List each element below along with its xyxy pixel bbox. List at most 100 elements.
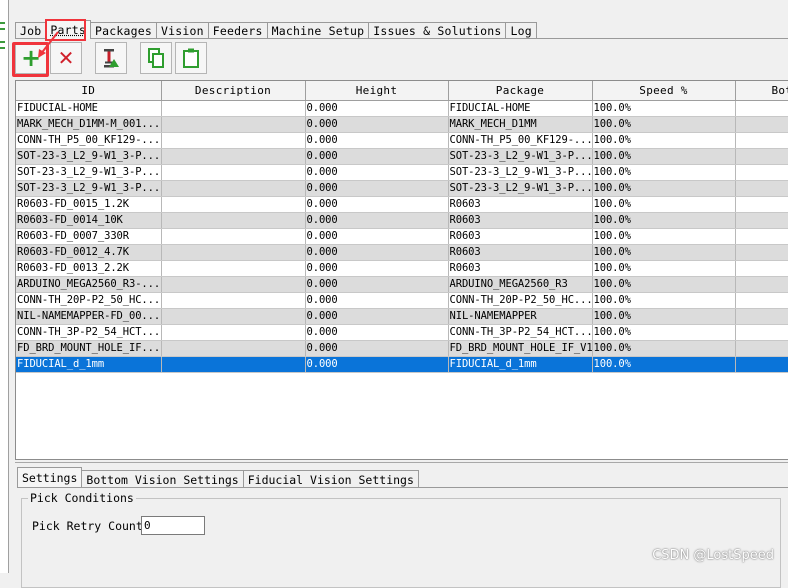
- cell-description[interactable]: [161, 340, 306, 357]
- tab-issues-solutions[interactable]: Issues & Solutions: [368, 22, 507, 39]
- cell-speed[interactable]: 100.0%: [592, 276, 736, 293]
- cell-bottom-vision[interactable]: [735, 148, 788, 165]
- cell-speed[interactable]: 100.0%: [592, 132, 736, 149]
- cell-description[interactable]: [161, 228, 306, 245]
- tab-feeders[interactable]: Feeders: [207, 22, 268, 39]
- cell-description[interactable]: [161, 196, 306, 213]
- cell-speed[interactable]: 100.0%: [592, 116, 736, 133]
- cell-bottom-vision[interactable]: [735, 324, 788, 341]
- column-header-description[interactable]: Description: [161, 81, 306, 101]
- cell-height[interactable]: 0.000: [305, 292, 449, 309]
- cell-speed[interactable]: 100.0%: [592, 324, 736, 341]
- table-row[interactable]: R0603-FD_0013_2.2K 0.000 R0603 100.0%: [16, 260, 788, 277]
- copy-button[interactable]: [140, 42, 172, 74]
- cell-bottom-vision[interactable]: [735, 212, 788, 229]
- cell-bottom-vision[interactable]: [735, 244, 788, 261]
- cell-bottom-vision[interactable]: [735, 164, 788, 181]
- cell-speed[interactable]: 100.0%: [592, 340, 736, 357]
- cell-description[interactable]: [161, 148, 306, 165]
- cell-speed[interactable]: 100.0%: [592, 180, 736, 197]
- cell-height[interactable]: 0.000: [305, 340, 449, 357]
- cell-bottom-vision[interactable]: [735, 308, 788, 325]
- table-row[interactable]: SOT-23-3_L2_9-W1_3-P... 0.000 SOT-23-3_L2_…: [16, 180, 788, 197]
- cell-speed[interactable]: 100.0%: [592, 100, 736, 117]
- cell-speed[interactable]: 100.0%: [592, 260, 736, 277]
- cell-speed[interactable]: 100.0%: [592, 356, 736, 373]
- cell-package[interactable]: R0603: [448, 260, 593, 277]
- cell-id[interactable]: SOT-23-3_L2_9-W1_3-P...: [16, 148, 162, 165]
- cell-description[interactable]: [161, 132, 306, 149]
- table-row[interactable]: FIDUCIAL-HOME 0.000 FIDUCIAL-HOME 100.0%: [16, 100, 788, 117]
- cell-description[interactable]: [161, 292, 306, 309]
- cell-description[interactable]: [161, 244, 306, 261]
- cell-id[interactable]: NIL-NAMEMAPPER-FD_00...: [16, 308, 162, 325]
- cell-description[interactable]: [161, 308, 306, 325]
- cell-package[interactable]: FIDUCIAL_d_1mm: [448, 356, 593, 373]
- cell-speed[interactable]: 100.0%: [592, 196, 736, 213]
- cell-bottom-vision[interactable]: [735, 340, 788, 357]
- cell-package[interactable]: CONN-TH_P5_00_KF129-...: [448, 132, 593, 149]
- cell-bottom-vision[interactable]: [735, 180, 788, 197]
- tab-bottom-vision-settings[interactable]: Bottom Vision Settings: [81, 470, 244, 488]
- table-row[interactable]: R0603-FD_0014_10K 0.000 R0603 100.0%: [16, 212, 788, 229]
- cell-package[interactable]: FIDUCIAL-HOME: [448, 100, 593, 117]
- cell-id[interactable]: SOT-23-3_L2_9-W1_3-P...: [16, 164, 162, 181]
- cell-description[interactable]: [161, 180, 306, 197]
- cell-id[interactable]: FD_BRD_MOUNT_HOLE_IF...: [16, 340, 162, 357]
- cell-package[interactable]: ARDUINO_MEGA2560_R3: [448, 276, 593, 293]
- table-row[interactable]: CONN-TH_P5_00_KF129-... 0.000 CONN-TH_P5_0…: [16, 132, 788, 149]
- cell-speed[interactable]: 100.0%: [592, 292, 736, 309]
- cell-id[interactable]: CONN-TH_3P-P2_54_HCT...: [16, 324, 162, 341]
- cell-height[interactable]: 0.000: [305, 324, 449, 341]
- cell-height[interactable]: 0.000: [305, 196, 449, 213]
- cell-description[interactable]: [161, 260, 306, 277]
- cell-bottom-vision[interactable]: [735, 116, 788, 133]
- table-row[interactable]: SOT-23-3_L2_9-W1_3-P... 0.000 SOT-23-3_L2_…: [16, 164, 788, 181]
- cell-description[interactable]: [161, 276, 306, 293]
- cell-package[interactable]: R0603: [448, 244, 593, 261]
- cell-package[interactable]: CONN-TH_20P-P2_50_HC...: [448, 292, 593, 309]
- cell-package[interactable]: NIL-NAMEMAPPER: [448, 308, 593, 325]
- cell-speed[interactable]: 100.0%: [592, 164, 736, 181]
- table-row[interactable]: CONN-TH_3P-P2_54_HCT... 0.000 CONN-TH_3P-P…: [16, 324, 788, 341]
- cell-height[interactable]: 0.000: [305, 164, 449, 181]
- table-row[interactable]: NIL-NAMEMAPPER-FD_00... 0.000 NIL-NAMEMAPP…: [16, 308, 788, 325]
- cell-id[interactable]: CONN-TH_P5_00_KF129-...: [16, 132, 162, 149]
- table-row[interactable]: FD_BRD_MOUNT_HOLE_IF... 0.000 FD_BRD_MOUNT…: [16, 340, 788, 357]
- pick-retry-count-input[interactable]: [141, 516, 205, 535]
- cell-package[interactable]: SOT-23-3_L2_9-W1_3-P...: [448, 148, 593, 165]
- cell-height[interactable]: 0.000: [305, 116, 449, 133]
- cell-speed[interactable]: 100.0%: [592, 244, 736, 261]
- cell-speed[interactable]: 100.0%: [592, 308, 736, 325]
- cell-bottom-vision[interactable]: [735, 100, 788, 117]
- cell-id[interactable]: FIDUCIAL-HOME: [16, 100, 162, 117]
- cell-speed[interactable]: 100.0%: [592, 212, 736, 229]
- column-header-speed[interactable]: Speed %: [592, 81, 736, 101]
- cell-bottom-vision[interactable]: [735, 276, 788, 293]
- table-row[interactable]: MARK_MECH_D1MM-M_001... 0.000 MARK_MECH_D1…: [16, 116, 788, 133]
- table-row[interactable]: CONN-TH_20P-P2_50_HC... 0.000 CONN-TH_20P-…: [16, 292, 788, 309]
- cell-speed[interactable]: 100.0%: [592, 148, 736, 165]
- cell-bottom-vision[interactable]: [735, 292, 788, 309]
- cell-id[interactable]: R0603-FD_0014_10K: [16, 212, 162, 229]
- cell-description[interactable]: [161, 116, 306, 133]
- cell-height[interactable]: 0.000: [305, 228, 449, 245]
- cell-id[interactable]: R0603-FD_0007_330R: [16, 228, 162, 245]
- cell-bottom-vision[interactable]: [735, 196, 788, 213]
- cell-id[interactable]: FIDUCIAL_d_1mm: [16, 356, 162, 373]
- tab-fiducial-vision-settings[interactable]: Fiducial Vision Settings: [242, 470, 419, 488]
- cell-description[interactable]: [161, 212, 306, 229]
- cell-height[interactable]: 0.000: [305, 100, 449, 117]
- tab-packages[interactable]: Packages: [90, 22, 157, 39]
- cell-package[interactable]: CONN-TH_3P-P2_54_HCT...: [448, 324, 593, 341]
- cell-id[interactable]: R0603-FD_0013_2.2K: [16, 260, 162, 277]
- cell-package[interactable]: MARK_MECH_D1MM: [448, 116, 593, 133]
- cell-package[interactable]: R0603: [448, 196, 593, 213]
- cell-height[interactable]: 0.000: [305, 308, 449, 325]
- cell-description[interactable]: [161, 100, 306, 117]
- table-row[interactable]: FIDUCIAL_d_1mm 0.000 FIDUCIAL_d_1mm 100.0%: [16, 356, 788, 373]
- paste-button[interactable]: [175, 42, 207, 74]
- cell-height[interactable]: 0.000: [305, 180, 449, 197]
- cell-package[interactable]: SOT-23-3_L2_9-W1_3-P...: [448, 164, 593, 181]
- tab-log[interactable]: Log: [505, 22, 537, 39]
